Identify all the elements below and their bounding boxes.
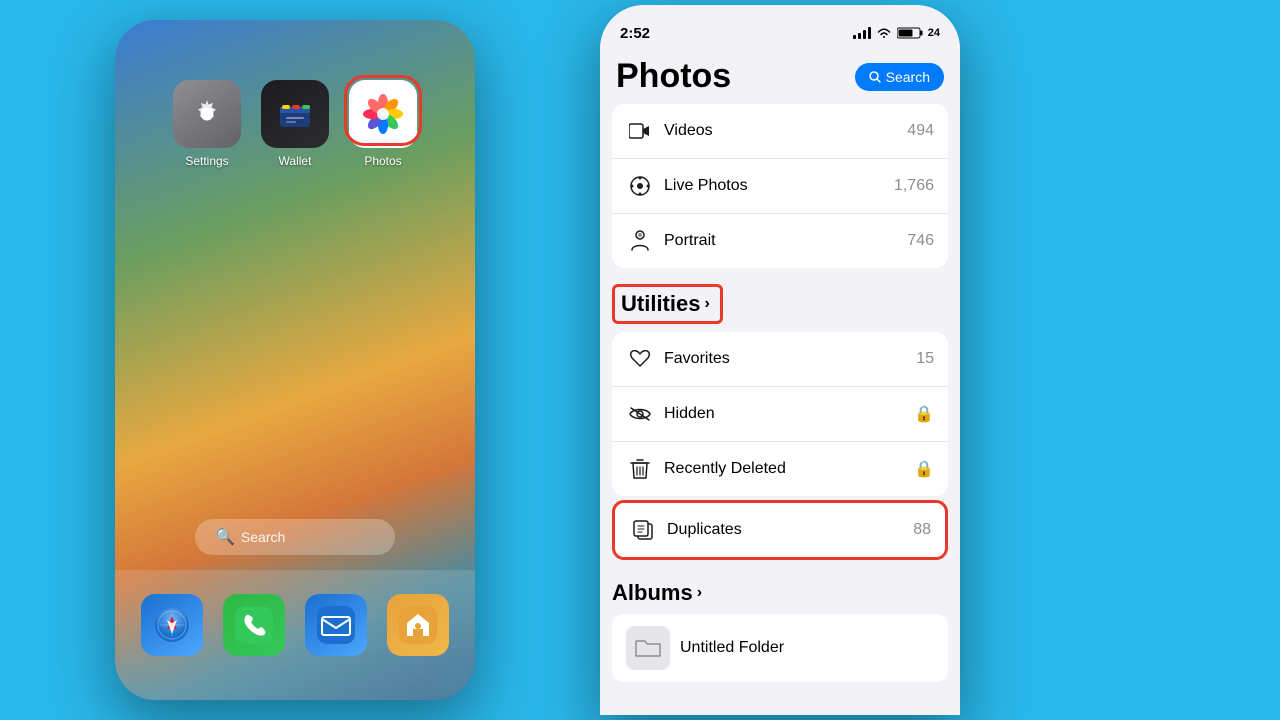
battery-percent: 24 — [928, 27, 940, 39]
utilities-section-header[interactable]: Utilities › — [612, 284, 723, 324]
search-icon-btn — [869, 71, 881, 83]
live-photos-count: 1,766 — [894, 177, 934, 195]
photos-app-title: Photos — [616, 57, 731, 96]
live-photos-row[interactable]: Live Photos 1,766 — [612, 159, 948, 214]
dock — [115, 570, 475, 700]
live-photos-label: Live Photos — [664, 177, 748, 195]
left-panel: Settings — [0, 0, 590, 720]
favorites-icon — [626, 345, 654, 373]
photos-label: Photos — [364, 154, 401, 168]
settings-app[interactable]: Settings — [173, 80, 241, 168]
utilities-title: Utilities — [621, 291, 700, 317]
portrait-label: Portrait — [664, 232, 716, 250]
signal-bars — [853, 27, 871, 39]
recently-deleted-lock-icon: 🔒 — [914, 459, 934, 479]
untitled-folder-thumb — [626, 626, 670, 670]
duplicates-row-highlighted[interactable]: Duplicates 88 — [612, 500, 948, 560]
signal-bar-2 — [858, 33, 861, 39]
status-bar: 2:52 24 — [600, 5, 960, 49]
phone-dock-icon[interactable] — [223, 594, 285, 656]
signal-bar-3 — [863, 30, 866, 39]
favorites-count: 15 — [916, 350, 934, 368]
recently-deleted-label: Recently Deleted — [664, 460, 786, 478]
videos-row-left: Videos — [626, 117, 713, 145]
home-search-bar[interactable]: 🔍 Search — [195, 519, 395, 555]
search-button[interactable]: Search — [855, 63, 944, 91]
portrait-icon — [626, 227, 654, 255]
hidden-label: Hidden — [664, 405, 715, 423]
right-panel: 2:52 24 — [590, 0, 1280, 720]
favorites-row-left: Favorites — [626, 345, 730, 373]
duplicates-count: 88 — [913, 521, 931, 539]
status-icons: 24 — [853, 27, 940, 39]
videos-row[interactable]: Videos 494 — [612, 104, 948, 159]
home-search-icon: 🔍 — [215, 527, 235, 547]
home-search-label: Search — [241, 529, 285, 545]
videos-label: Videos — [664, 122, 713, 140]
albums-chevron-icon: › — [697, 584, 702, 602]
portrait-row[interactable]: Portrait 746 — [612, 214, 948, 268]
home-dock-icon[interactable] — [387, 594, 449, 656]
status-time: 2:52 — [620, 25, 650, 42]
safari-dock-icon[interactable] — [141, 594, 203, 656]
wifi-icon — [876, 27, 892, 39]
untitled-folder-label: Untitled Folder — [680, 639, 784, 657]
hidden-row-left: Hidden — [626, 400, 715, 428]
hidden-row[interactable]: Hidden 🔒 — [612, 387, 948, 442]
settings-icon — [173, 80, 241, 148]
duplicates-row[interactable]: Duplicates 88 — [615, 503, 945, 557]
recently-deleted-row-left: Recently Deleted — [626, 455, 786, 483]
photos-content: Videos 494 — [600, 104, 960, 715]
wallet-app[interactable]: Wallet — [261, 80, 329, 168]
untitled-folder-row[interactable]: Untitled Folder — [612, 614, 948, 682]
app-icons-row: Settings — [173, 80, 417, 168]
recently-deleted-icon — [626, 455, 654, 483]
wallet-icon — [261, 80, 329, 148]
albums-section-header[interactable]: Albums › — [612, 580, 948, 606]
favorites-row[interactable]: Favorites 15 — [612, 332, 948, 387]
duplicates-label: Duplicates — [667, 521, 742, 539]
recently-deleted-row[interactable]: Recently Deleted 🔒 — [612, 442, 948, 496]
signal-bar-4 — [868, 27, 871, 39]
untitled-folder-card: Untitled Folder — [612, 614, 948, 682]
photos-app-screen: 2:52 24 — [600, 5, 960, 715]
media-types-card: Videos 494 — [612, 104, 948, 268]
utilities-card: Favorites 15 Hidden — [612, 332, 948, 496]
videos-icon — [626, 117, 654, 145]
search-button-label: Search — [886, 69, 930, 85]
portrait-count: 746 — [907, 232, 934, 250]
videos-count: 494 — [907, 122, 934, 140]
wallet-label: Wallet — [279, 154, 312, 168]
settings-label: Settings — [185, 154, 228, 168]
duplicates-row-left: Duplicates — [629, 516, 742, 544]
favorites-label: Favorites — [664, 350, 730, 368]
battery-icon — [897, 27, 923, 39]
signal-bar-1 — [853, 35, 856, 39]
photos-app[interactable]: Photos — [349, 80, 417, 168]
photos-icon — [349, 80, 417, 148]
live-photos-icon — [626, 172, 654, 200]
photos-header: Photos Search — [600, 49, 960, 104]
duplicates-icon — [629, 516, 657, 544]
hidden-lock-icon: 🔒 — [914, 404, 934, 424]
utilities-chevron-icon: › — [704, 295, 709, 313]
iphone-home-screen: Settings — [115, 20, 475, 700]
albums-title: Albums — [612, 580, 693, 606]
hidden-icon — [626, 400, 654, 428]
portrait-row-left: Portrait — [626, 227, 716, 255]
mail-dock-icon[interactable] — [305, 594, 367, 656]
live-photos-row-left: Live Photos — [626, 172, 748, 200]
